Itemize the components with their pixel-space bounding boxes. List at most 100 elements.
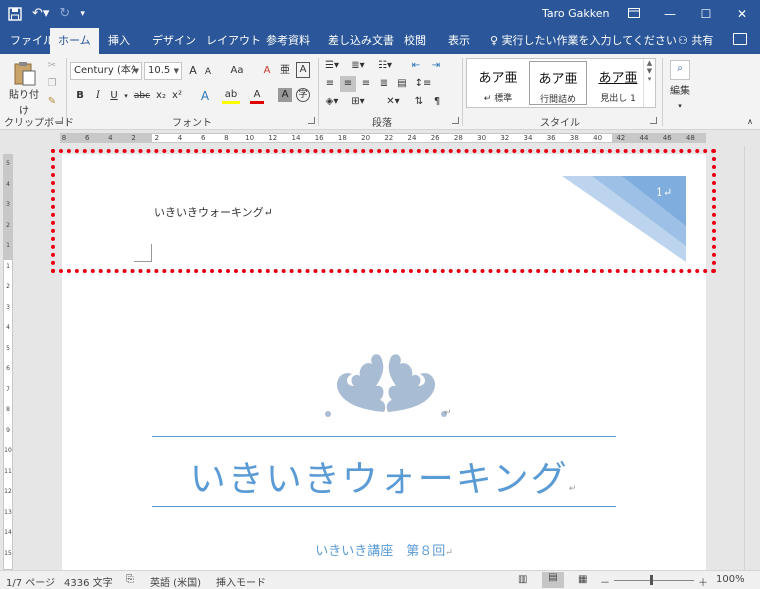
zoom-out-button[interactable]: －	[600, 574, 610, 589]
borders-icon[interactable]: ⊞▾	[348, 94, 368, 110]
clipboard-launcher-icon[interactable]	[56, 117, 63, 124]
maximize-icon[interactable]: ☐	[688, 0, 724, 28]
align-center-icon[interactable]: ≡	[340, 76, 356, 92]
asian-layout-icon[interactable]: ✕▾	[382, 94, 404, 110]
copy-icon[interactable]: ❐	[44, 76, 60, 92]
zoom-slider-thumb[interactable]	[650, 575, 653, 585]
format-painter-icon[interactable]: ✎	[44, 94, 60, 110]
save-icon[interactable]	[8, 7, 22, 21]
highlight-button[interactable]: ab	[222, 88, 240, 104]
ruler-tick: 13	[4, 508, 12, 516]
ribbon-display-icon[interactable]	[616, 0, 652, 28]
char-shading-button[interactable]: A	[278, 88, 292, 102]
tab-home[interactable]: ホーム	[50, 28, 99, 54]
paragraph-mark: ↵	[444, 408, 452, 418]
font-launcher-icon[interactable]	[308, 117, 315, 124]
page-count[interactable]: 1/7 ページ	[6, 574, 55, 589]
read-mode-icon[interactable]: ▥	[518, 574, 527, 585]
header-highlight-box	[51, 149, 716, 273]
print-layout-icon[interactable]: ▤	[542, 572, 564, 588]
increase-indent-icon[interactable]: ⇥	[428, 58, 444, 74]
subtitle[interactable]: いきいき講座 第８回↵	[152, 540, 616, 559]
superscript-button[interactable]: x²	[170, 88, 184, 104]
enclose-chars-button[interactable]: 字	[296, 88, 310, 102]
phonetic-guide-button[interactable]: 亜	[278, 63, 292, 79]
insert-mode-indicator[interactable]: 挿入モード	[216, 574, 266, 589]
proofing-icon[interactable]: ⎘	[126, 574, 134, 585]
shrink-font-button[interactable]: A	[202, 64, 214, 80]
gallery-scroll[interactable]: ▲ ▼ ▾	[643, 59, 655, 107]
decrease-indent-icon[interactable]: ⇤	[408, 58, 424, 74]
italic-button[interactable]: I	[92, 88, 104, 104]
style-item-heading1[interactable]: あア亜 見出し 1	[589, 61, 647, 105]
char-border-button[interactable]: A	[296, 62, 310, 78]
comments-icon[interactable]	[733, 33, 747, 45]
chevron-down-icon[interactable]: ▾	[674, 98, 686, 114]
tab-view[interactable]: 表示	[440, 28, 478, 54]
align-left-icon[interactable]: ≡	[322, 76, 338, 92]
undo-icon[interactable]: ↶▾	[32, 4, 49, 24]
title-rule-bottom	[152, 506, 616, 507]
tab-references[interactable]: 参考資料	[258, 28, 318, 54]
vertical-scrollbar[interactable]	[744, 146, 760, 570]
separator	[66, 58, 67, 126]
styles-launcher-icon[interactable]	[650, 117, 657, 124]
redo-icon[interactable]: ↻	[59, 4, 70, 24]
minimize-icon[interactable]: —	[652, 0, 688, 28]
close-icon[interactable]: ✕	[724, 0, 760, 28]
tell-me-box[interactable]: ♀ 実行したい作業を入力してください	[490, 28, 677, 54]
collapse-ribbon-icon[interactable]: ∧	[744, 114, 756, 130]
font-color-button[interactable]: A	[250, 88, 264, 104]
bold-button[interactable]: B	[74, 88, 86, 104]
multilevel-list-icon[interactable]: ☷▾	[374, 58, 396, 74]
show-marks-icon[interactable]: ¶	[430, 94, 444, 110]
vertical-ruler[interactable]: 5 4 3 2 1 1 2 3 4 5 6 7 8 9 10 11 12 13 14 15	[0, 146, 16, 570]
paragraph-launcher-icon[interactable]	[452, 117, 459, 124]
tab-review[interactable]: 校閲	[396, 28, 434, 54]
font-name-combo[interactable]: Century (本ﾀ ▼	[70, 62, 142, 80]
strikethrough-button[interactable]: abc	[132, 88, 152, 104]
font-size-combo[interactable]: 10.5 ▼	[144, 62, 182, 80]
ruler-tick: 2	[6, 221, 10, 229]
style-item-no-spacing[interactable]: あア亜 行間詰め	[529, 61, 587, 105]
subscript-button[interactable]: x₂	[154, 88, 168, 104]
ruler-tick: 28	[453, 134, 463, 142]
underline-button[interactable]: U	[108, 88, 120, 104]
language-indicator[interactable]: 英語 (米国)	[150, 574, 201, 589]
cut-icon[interactable]: ✂	[44, 58, 60, 74]
sort-icon[interactable]: ⇅	[410, 94, 428, 110]
text-effects-button[interactable]: A	[198, 88, 212, 104]
zoom-slider[interactable]	[614, 580, 694, 581]
ruler-tick: 2	[154, 134, 160, 142]
line-spacing-icon[interactable]: ↕≡	[412, 76, 434, 92]
paste-icon[interactable]	[12, 60, 38, 88]
clear-format-button[interactable]: A	[260, 63, 274, 79]
change-case-button[interactable]: Aa	[226, 63, 248, 79]
tab-design[interactable]: デザイン	[144, 28, 204, 54]
align-right-icon[interactable]: ≡	[358, 76, 374, 92]
shading-icon[interactable]: ◈▾	[322, 94, 342, 110]
tab-mailings[interactable]: 差し込み文書	[320, 28, 402, 54]
user-name[interactable]: Taro Gakken	[542, 7, 610, 20]
distributed-icon[interactable]: ▤	[394, 76, 410, 92]
bullets-icon[interactable]: ☰▾	[322, 58, 342, 74]
main-title[interactable]: いきいきウォーキング↵	[152, 450, 616, 502]
zoom-level[interactable]: 100%	[716, 574, 745, 585]
word-count[interactable]: 4336 文字	[64, 574, 113, 589]
horizontal-ruler[interactable]: 8 6 4 2 2 4 6 8 10 12 14 16 18 20 22 24 26 28 30 32 34 36 38 40…	[0, 130, 760, 146]
ruler-tick: 6	[6, 365, 10, 372]
numbering-icon[interactable]: ≣▾	[348, 58, 368, 74]
ruler-tick: 4	[108, 134, 113, 142]
search-icon[interactable]: ⌕	[670, 60, 690, 80]
style-item-normal[interactable]: あア亜 ↵ 標準	[469, 61, 527, 105]
web-layout-icon[interactable]: ▦	[578, 574, 587, 585]
grow-font-button[interactable]: A	[186, 63, 200, 79]
customize-qat-icon[interactable]: ▾	[80, 4, 85, 24]
justify-icon[interactable]: ≣	[376, 76, 392, 92]
tab-insert[interactable]: 挿入	[100, 28, 138, 54]
underline-dropdown-icon[interactable]: ▾	[122, 88, 130, 104]
ruler-tick: 4	[177, 134, 183, 142]
zoom-in-button[interactable]: ＋	[698, 574, 708, 589]
share-button[interactable]: ⚇ 共有	[678, 28, 713, 54]
ruler-tick: 8	[224, 134, 229, 142]
